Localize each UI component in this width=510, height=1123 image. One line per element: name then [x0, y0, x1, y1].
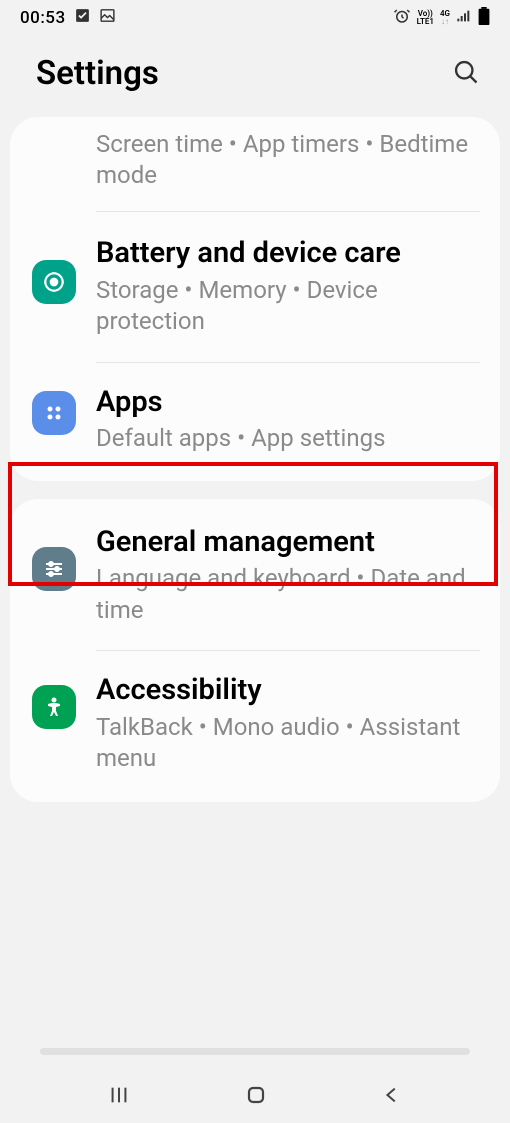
settings-row-battery[interactable]: Battery and device care Storage • Memory…	[10, 212, 500, 361]
row-subtitle: Screen time • App timers • Bedtime mode	[96, 129, 480, 191]
alarm-icon	[393, 7, 411, 30]
battery-icon	[478, 7, 490, 30]
search-icon	[452, 58, 480, 86]
row-title: Accessibility	[96, 673, 480, 708]
signal-icon	[456, 8, 472, 29]
image-icon	[99, 7, 116, 29]
row-title: Apps	[96, 385, 480, 420]
volte-indicator: Vo)) LTE1	[417, 10, 434, 26]
settings-row-apps[interactable]: Apps Default apps • App settings	[10, 363, 500, 481]
status-right: Vo)) LTE1 4G ↓↑	[393, 7, 490, 30]
row-title: Battery and device care	[96, 236, 480, 271]
settings-row-general[interactable]: General management Language and keyboard…	[10, 499, 500, 650]
settings-row-accessibility[interactable]: Accessibility TalkBack • Mono audio • As…	[10, 651, 500, 802]
recents-button[interactable]	[107, 1084, 131, 1106]
device-care-icon	[32, 260, 76, 304]
settings-row-digital-wellbeing[interactable]: Screen time • App timers • Bedtime mode	[10, 117, 500, 211]
row-subtitle: Default apps • App settings	[96, 423, 480, 454]
navigation-bar	[0, 1067, 510, 1123]
accessibility-icon	[32, 685, 76, 729]
status-time: 00:53	[20, 8, 66, 28]
general-icon	[32, 547, 76, 591]
search-button[interactable]	[452, 58, 480, 90]
status-bar: 00:53 Vo)) LTE1 4G ↓↑	[0, 0, 510, 36]
scroll-indicator[interactable]	[40, 1048, 470, 1055]
back-button[interactable]	[381, 1084, 403, 1106]
app-header: Settings	[0, 36, 510, 117]
home-button[interactable]	[244, 1083, 268, 1107]
row-subtitle: TalkBack • Mono audio • Assistant menu	[96, 712, 480, 774]
row-subtitle: Language and keyboard • Date and time	[96, 563, 480, 625]
status-left: 00:53	[20, 7, 116, 29]
network-gen: 4G ↓↑	[440, 10, 450, 26]
checkbox-icon	[74, 7, 91, 29]
row-title: General management	[96, 525, 480, 560]
apps-icon	[32, 391, 76, 435]
settings-card: General management Language and keyboard…	[10, 499, 500, 802]
row-subtitle: Storage • Memory • Device protection	[96, 275, 480, 337]
settings-card: Screen time • App timers • Bedtime mode …	[10, 117, 500, 481]
page-title: Settings	[36, 54, 159, 93]
